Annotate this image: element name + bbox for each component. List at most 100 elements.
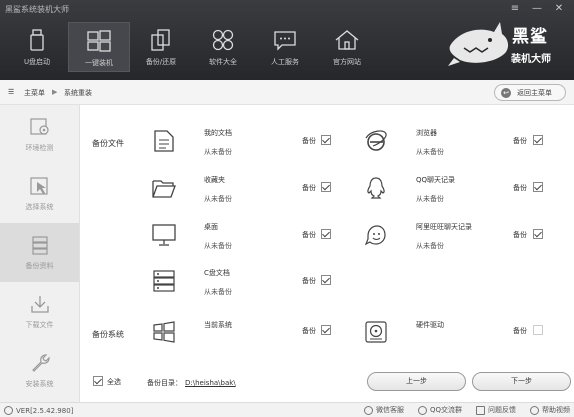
item-favorites-status: 从未备份 [204, 195, 232, 203]
backup-directory: 备份目录： D:\heisha\bak\ [147, 378, 236, 388]
next-step-button[interactable]: 下一步 [472, 372, 571, 391]
qq-icon [417, 405, 427, 415]
section-backup-system: 备份系统 [92, 330, 124, 339]
backup-label: 备份 [302, 137, 316, 145]
item-aliwangwang-name: 阿里旺旺聊天记录 [416, 223, 472, 231]
window-controls: ≡ — ✕ [506, 2, 568, 16]
folder-icon [152, 180, 176, 198]
select-all-checkbox[interactable] [93, 376, 103, 386]
link-qq-group[interactable]: QQ交流群 [417, 405, 462, 415]
step-backup-data[interactable]: 备份资料 [0, 223, 79, 282]
link-help-video[interactable]: 帮助视频 [530, 405, 570, 415]
item-desktop-status: 从未备份 [204, 242, 232, 250]
help-icon [530, 405, 539, 415]
breadcrumb-root[interactable]: 主菜单 [24, 88, 45, 98]
hardware-driver-checkbox[interactable] [533, 325, 543, 335]
nav-software[interactable]: 软件大全 [192, 22, 254, 72]
select-all-label[interactable]: 全选 [107, 377, 121, 387]
backup-label: 备份 [513, 184, 527, 192]
status-link-label: 微信客服 [375, 406, 404, 414]
backup-label: 备份 [302, 277, 316, 285]
database-icon [31, 235, 48, 255]
status-links: 微信客服 QQ交流群 问题反馈 帮助视频 [363, 405, 570, 415]
nav-usb-boot[interactable]: U盘启动 [6, 22, 68, 72]
step-label: 安装系统 [25, 379, 54, 388]
item-favorites-name: 收藏夹 [204, 176, 225, 184]
minimize-icon[interactable]: — [528, 2, 546, 16]
back-to-main-button[interactable]: ↩ 返回主菜单 [494, 84, 566, 101]
item-qq-chat-status: 从未备份 [416, 195, 444, 203]
server-stack-icon [153, 270, 175, 292]
step-environment-check[interactable]: 环境检测 [0, 105, 79, 164]
item-current-system-name: 当前系统 [204, 321, 232, 329]
backup-panel: 备份文件 我的文档 从未备份 备份 浏览器 从未备份 备份 收藏夹 从未备份 备… [80, 105, 574, 402]
nav-backup-restore[interactable]: 备份/还原 [130, 22, 192, 72]
aliwangwang-checkbox[interactable] [533, 229, 543, 239]
windows-icon [153, 321, 175, 343]
backup-label: 备份 [302, 231, 316, 239]
step-label: 备份资料 [25, 261, 54, 270]
app-title: 黑鲨系统装机大师 [5, 5, 69, 14]
link-feedback[interactable]: 问题反馈 [476, 405, 516, 415]
item-browser-status: 从未备份 [416, 148, 444, 156]
hard-drive-icon [365, 321, 387, 343]
step-label: 选择系统 [25, 202, 54, 211]
link-wechat-service[interactable]: 微信客服 [363, 405, 404, 415]
backup-label: 备份 [513, 231, 527, 239]
backup-dir-label: 备份目录： [147, 379, 182, 387]
step-download-files[interactable]: 下载文件 [0, 282, 79, 341]
monitor-icon [152, 224, 176, 246]
ie-browser-icon [365, 130, 387, 151]
item-my-documents-name: 我的文档 [204, 129, 232, 137]
nav-label: 软件大全 [209, 58, 237, 66]
version-text: VER[2.5.42.980] [16, 406, 74, 415]
favorites-checkbox[interactable] [321, 182, 331, 192]
step-select-system[interactable]: 选择系统 [0, 164, 79, 223]
item-my-documents-status: 从未备份 [204, 148, 232, 156]
home-icon [335, 30, 359, 50]
nav-label: 人工服务 [271, 58, 299, 66]
nav-one-click-install[interactable]: 一键装机 [68, 22, 130, 72]
desktop-checkbox[interactable] [321, 229, 331, 239]
current-system-checkbox[interactable] [321, 325, 331, 335]
item-c-drive-status: 从未备份 [204, 288, 232, 296]
step-install-system[interactable]: 安装系统 [0, 341, 79, 400]
prev-step-button[interactable]: 上一步 [367, 372, 466, 391]
backup-label: 备份 [513, 137, 527, 145]
nav-label: 一键装机 [85, 59, 113, 67]
apps-grid-icon [212, 29, 234, 51]
list-icon: ☰ [8, 88, 15, 96]
status-bar: VER[2.5.42.980] 微信客服 QQ交流群 问题反馈 帮助视频 [0, 402, 574, 417]
top-bar: 黑鲨系统装机大师 ≡ — ✕ U盘启动 一键装机 备份/还原 软件大全 人工服务… [0, 0, 574, 80]
back-button-label: 返回主菜单 [517, 88, 552, 97]
menu-icon[interactable]: ≡ [506, 2, 524, 16]
qq-chat-checkbox[interactable] [533, 182, 543, 192]
status-link-label: QQ交流群 [429, 406, 462, 414]
aliwangwang-icon [364, 225, 386, 246]
browser-checkbox[interactable] [533, 135, 543, 145]
usb-drive-icon [30, 29, 44, 51]
breadcrumb-arrow-icon: ▶ [52, 88, 58, 96]
my-documents-checkbox[interactable] [321, 135, 331, 145]
item-aliwangwang-status: 从未备份 [416, 242, 444, 250]
cursor-select-icon [29, 176, 48, 195]
nav-manual-service[interactable]: 人工服务 [254, 22, 316, 72]
section-backup-files: 备份文件 [92, 139, 124, 148]
status-link-label: 问题反馈 [488, 406, 516, 414]
breadcrumb-current: 系统重装 [64, 89, 92, 97]
item-desktop-name: 桌面 [204, 223, 218, 231]
version-info: VER[2.5.42.980] [4, 406, 73, 415]
nav-label: 备份/还原 [145, 58, 177, 66]
nav-official-site[interactable]: 官方网站 [316, 22, 378, 72]
c-drive-checkbox[interactable] [321, 275, 331, 285]
backup-dir-link[interactable]: D:\heisha\bak\ [185, 379, 236, 387]
environment-check-icon [29, 117, 49, 135]
step-label: 下载文件 [25, 320, 54, 329]
chat-icon [274, 31, 296, 51]
item-hardware-driver-name: 硬件驱动 [416, 321, 444, 329]
nav-label: U盘启动 [23, 58, 51, 66]
main-nav: U盘启动 一键装机 备份/还原 软件大全 人工服务 官方网站 [6, 22, 378, 72]
back-arrow-icon: ↩ [501, 87, 511, 98]
close-icon[interactable]: ✕ [550, 2, 568, 16]
item-browser-name: 浏览器 [416, 129, 437, 137]
